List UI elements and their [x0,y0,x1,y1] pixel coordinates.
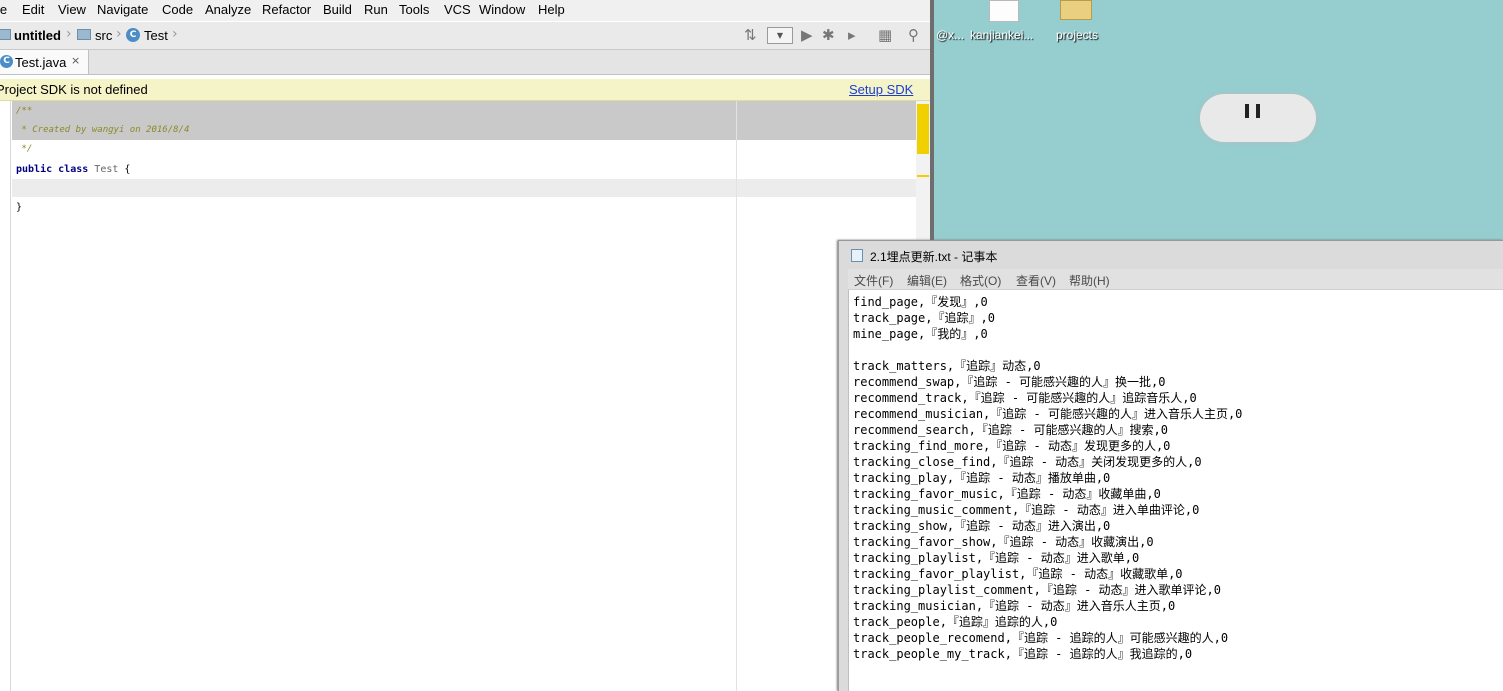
code-editor[interactable]: /** * Created by wangyi on 2016/8/4 */ p… [0,101,932,691]
text-line: tracking_close_find,『追踪 - 动态』关闭发现更多的人,0 [853,455,1202,469]
notepad-text-area[interactable]: find_page,『发现』,0 track_page,『追踪』,0 mine_… [848,290,1503,691]
file-icon [989,0,1019,22]
structure-icon[interactable]: ▦ [878,26,892,44]
text-line: track_matters,『追踪』动态,0 [853,359,1041,373]
chevron-right-icon: › [66,26,72,42]
text-line: track_people,『追踪』追踪的人,0 [853,615,1058,629]
class-name: Test [94,164,119,175]
gutter-divider [10,101,11,691]
project-folder-icon [0,29,11,40]
notepad-menu-help[interactable]: 帮助(H) [1069,272,1110,289]
menu-refactor[interactable]: Refactor [262,2,311,17]
warning-marker[interactable] [917,104,929,154]
text-line: tracking_favor_music,『追踪 - 动态』收藏单曲,0 [853,487,1161,501]
close-icon[interactable]: × [71,54,80,67]
notepad-titlebar[interactable]: 2.1埋点更新.txt - 记事本 [838,240,1503,269]
notepad-menu-view[interactable]: 查看(V) [1016,272,1056,289]
run-icon[interactable]: ▶ [801,26,813,44]
text-line: recommend_swap,『追踪 - 可能感兴趣的人』换一批,0 [853,375,1166,389]
text-line: recommend_search,『追踪 - 可能感兴趣的人』搜索,0 [853,423,1168,437]
menu-code[interactable]: Code [162,2,193,17]
text-line: recommend_track,『追踪 - 可能感兴趣的人』追踪音乐人,0 [853,391,1197,405]
tab-test-java[interactable]: C Test.java × [0,50,89,74]
text-line: tracking_play,『追踪 - 动态』播放单曲,0 [853,471,1111,485]
folder-icon [1060,0,1092,20]
menu-run[interactable]: Run [364,2,388,17]
setup-sdk-link[interactable]: Setup SDK [849,82,913,97]
notepad-menubar: 文件(F) 编辑(E) 格式(O) 查看(V) 帮助(H) [848,269,1503,290]
text-line: find_page,『发现』,0 [853,295,988,309]
notepad-icon [851,249,863,262]
java-class-icon: C [0,55,13,68]
menu-tools[interactable]: Tools [399,2,429,17]
breadcrumb-project[interactable]: untitled [14,28,61,43]
desktop-icon-label: @x... [936,28,965,42]
ide-menubar: le Edit View Navigate Code Analyze Refac… [0,0,932,21]
desktop-icon-label: kanjiankei... [970,28,1034,42]
debug-icon[interactable]: ✱ [822,26,835,44]
notepad-frame [838,269,848,691]
text-line: tracking_find_more,『追踪 - 动态』发现更多的人,0 [853,439,1171,453]
chevron-right-icon: › [116,26,122,42]
coverage-icon[interactable]: ▸ [848,26,856,44]
search-icon[interactable]: ⚲ [908,26,919,44]
keyword-public: public [16,164,53,175]
run-configuration-select[interactable]: ▼ [767,27,793,44]
text-line: tracking_playlist_comment,『追踪 - 动态』进入歌单评… [853,583,1221,597]
menu-window[interactable]: Window [479,2,525,17]
cloud-eye [1245,104,1249,118]
caret-line-highlight [12,179,916,197]
tab-label: Test.java [15,55,67,70]
code-line-class: public class Test { [16,164,130,175]
menu-file[interactable]: le [0,2,7,17]
text-line: tracking_music_comment,『追踪 - 动态』进入单曲评论,0 [853,503,1200,517]
desktop-background: @x... kanjiankei... projects [934,0,1503,241]
notepad-window: 2.1埋点更新.txt - 记事本 文件(F) 编辑(E) 格式(O) 查看(V… [838,240,1503,691]
text-line: tracking_musician,『追踪 - 动态』进入音乐人主页,0 [853,599,1176,613]
code-comment: * Created by wangyi on 2016/8/4 [16,125,190,135]
text-line: track_people_my_track,『追踪 - 追踪的人』我追踪的,0 [853,647,1193,661]
keyword-class: class [58,164,89,175]
cloud-eye [1256,104,1260,118]
folder-icon [77,29,91,40]
menu-vcs[interactable]: VCS [444,2,471,17]
notepad-menu-file[interactable]: 文件(F) [854,272,893,289]
desktop-icon-label: projects [1056,28,1099,42]
chevron-right-icon: › [172,26,178,42]
text-line: tracking_playlist,『追踪 - 动态』进入歌单,0 [853,551,1140,565]
text-line: track_people_recomend,『追踪 - 追踪的人』可能感兴趣的人… [853,631,1229,645]
breadcrumb-file[interactable]: Test [144,28,168,43]
text-line: tracking_favor_show,『追踪 - 动态』收藏演出,0 [853,535,1154,549]
text-line: track_page,『追踪』,0 [853,311,995,325]
menu-view[interactable]: View [58,2,86,17]
code-line-close: } [16,202,23,213]
right-margin-guide [736,101,737,691]
text-line: mine_page,『我的』,0 [853,327,988,341]
ide-window: le Edit View Navigate Code Analyze Refac… [0,0,932,691]
menu-build[interactable]: Build [323,2,352,17]
code-comment: */ [16,144,33,154]
sdk-warning-text: Project SDK is not defined [0,82,148,97]
warning-marker[interactable] [917,175,929,177]
editor-tab-bar: C Test.java × [0,50,932,75]
text-line: tracking_show,『追踪 - 动态』进入演出,0 [853,519,1111,533]
menu-edit[interactable]: Edit [22,2,44,17]
brace-open: { [124,164,131,175]
menu-help[interactable]: Help [538,2,565,17]
text-line: tracking_favor_playlist,『追踪 - 动态』收藏歌单,0 [853,567,1183,581]
menu-navigate[interactable]: Navigate [97,2,148,17]
notepad-menu-edit[interactable]: 编辑(E) [907,272,947,289]
cloud-pet-icon[interactable] [1200,94,1316,142]
breadcrumb-folder[interactable]: src [95,28,112,43]
ide-navigation-bar: untitled › src › C Test › ⇅ ▼ ▶ ✱ ▸ ▦ ⚲ [0,22,932,50]
notepad-title: 2.1埋点更新.txt - 记事本 [870,250,998,264]
sdk-notification-bar: Project SDK is not defined Setup SDK [0,79,932,101]
text-line: recommend_musician,『追踪 - 可能感兴趣的人』进入音乐人主页… [853,407,1243,421]
build-icon[interactable]: ⇅ [744,26,757,44]
notepad-menu-format[interactable]: 格式(O) [960,272,1001,289]
code-comment: /** [16,106,33,116]
menu-analyze[interactable]: Analyze [205,2,251,17]
java-class-icon: C [126,28,140,42]
